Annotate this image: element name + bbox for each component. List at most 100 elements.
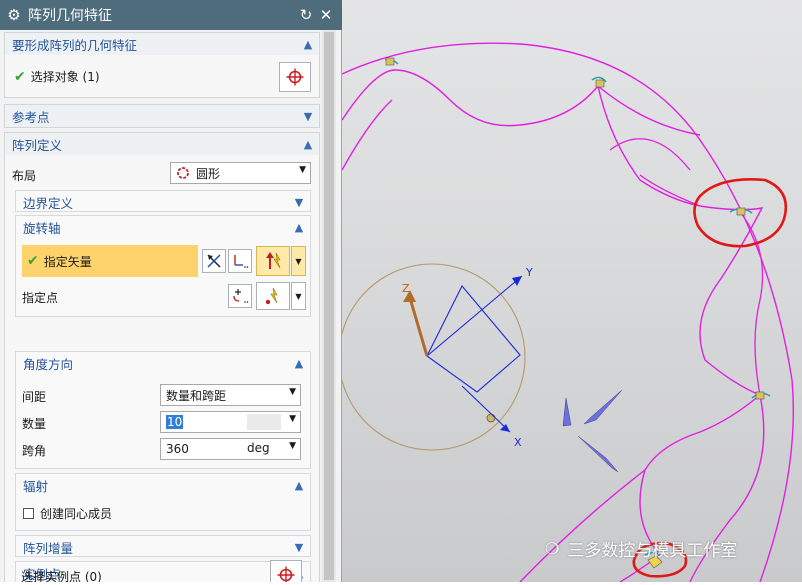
angle-direction-title: 角度方向: [23, 356, 74, 372]
rotation-handle-point[interactable]: [486, 413, 496, 423]
increment-title: 阵列增量: [23, 540, 74, 556]
vector-dialog-button[interactable]: [228, 249, 252, 273]
chevron-up-icon[interactable]: ▲: [288, 221, 310, 234]
select-instance-row[interactable]: 选择实例点 (0): [21, 568, 102, 582]
checkmark-icon: ✔: [14, 68, 26, 85]
dropdown-arrow-icon: ▼: [289, 441, 296, 451]
reverse-direction-button[interactable]: [202, 249, 226, 273]
chevron-up-icon[interactable]: ▲: [288, 479, 310, 492]
count-label: 数量: [22, 417, 47, 431]
angle-direction-subsection: 角度方向 ▲ 间距 数量和跨距 ▼ 数量 10 ▼ 跨角 360 deg ▼: [15, 351, 311, 469]
spacing-value: 数量和跨距: [166, 388, 227, 403]
feature-markers: [384, 58, 771, 557]
layout-dropdown[interactable]: 圆形 ▼: [170, 162, 311, 184]
geometry-section-header[interactable]: 要形成阵列的几何特征 ▲: [5, 33, 319, 55]
reverse-direction-icon: [207, 254, 221, 268]
watermark: ❍ 三多数控与模具工作室: [545, 536, 795, 561]
increment-header[interactable]: 阵列增量 ▼: [16, 536, 310, 558]
span-angle-input[interactable]: 360 deg ▼: [160, 438, 301, 460]
span-angle-value: 360: [166, 442, 189, 456]
chevron-down-icon[interactable]: ▼: [288, 196, 310, 209]
graphics-viewport[interactable]: Y X Z: [338, 0, 802, 583]
array-definition-title: 阵列定义: [12, 137, 63, 153]
axis-x-label: X: [514, 436, 522, 449]
count-input[interactable]: 10 ▼: [160, 411, 301, 433]
array-definition-section: 阵列定义 ▲ 布局 圆形 ▼ 边界定义 ▼ 旋转轴 ▲ ✔ 指定矢量 ▼ 指定点…: [4, 132, 320, 582]
reference-point-title: 参考点: [12, 109, 50, 125]
select-object-button[interactable]: [279, 62, 311, 92]
array-feature-dialog: ⚙ 阵列几何特征 ↻ ✕ 要形成阵列的几何特征 ▲ ✔ 选择对象 (1) 参考点…: [0, 0, 342, 582]
chevron-down-icon[interactable]: ▼: [288, 541, 310, 554]
radiate-title: 辐射: [23, 478, 49, 494]
scrollbar-thumb[interactable]: [324, 32, 334, 580]
wavy-profile-curve: [341, 69, 764, 583]
model-view[interactable]: Y X Z: [338, 0, 802, 583]
span-angle-unit: deg: [247, 441, 270, 455]
infer-vector-icon: [266, 252, 281, 269]
create-concentric-row[interactable]: 创建同心成员: [23, 505, 112, 522]
chevron-up-icon[interactable]: ▲: [297, 138, 319, 151]
select-object-label: 选择对象 (1): [30, 70, 100, 84]
vector-dialog-icon: [234, 255, 249, 268]
feature-nodes: [385, 57, 765, 569]
specify-vector-row[interactable]: ✔ 指定矢量: [22, 245, 198, 277]
watermark-text: 三多数控与模具工作室: [567, 540, 738, 561]
refresh-icon[interactable]: ↻: [296, 6, 316, 24]
outer-circle-curve: [341, 42, 794, 583]
chevron-up-icon[interactable]: ▲: [297, 38, 319, 51]
view-direction-arrows[interactable]: [562, 389, 623, 473]
axis-z-label: Z: [402, 282, 410, 295]
dialog-title: 阵列几何特征: [28, 8, 112, 24]
count-value: 10: [166, 415, 184, 429]
create-concentric-checkbox[interactable]: [23, 508, 34, 519]
crosshair-icon: [286, 68, 304, 86]
infer-point-icon: [265, 287, 278, 305]
link-curve: [609, 138, 764, 396]
reference-point-section: 参考点 ▼: [4, 104, 320, 128]
select-object-row[interactable]: ✔ 选择对象 (1): [14, 68, 100, 85]
boundary-title: 边界定义: [23, 195, 74, 211]
geometry-section-title: 要形成阵列的几何特征: [12, 37, 138, 53]
axis-y-label: Y: [525, 266, 533, 279]
array-definition-header[interactable]: 阵列定义 ▲: [5, 133, 319, 155]
dialog-scrollbar[interactable]: [322, 30, 336, 582]
select-instance-label: 选择实例点 (0): [21, 570, 102, 582]
point-dialog-icon: [233, 289, 249, 303]
gear-icon[interactable]: ⚙: [0, 6, 28, 24]
infer-point-dropdown[interactable]: ▼: [291, 282, 306, 310]
boundary-subsection: 边界定义 ▼: [15, 190, 311, 212]
angle-direction-header[interactable]: 角度方向 ▲: [16, 352, 310, 374]
dropdown-arrow-icon: ▼: [289, 414, 296, 424]
rotation-preview-circle: [338, 263, 526, 451]
wcs-triad: [403, 275, 523, 433]
point-dialog-button[interactable]: [228, 284, 252, 308]
select-instance-button[interactable]: [270, 560, 302, 582]
spacing-label: 间距: [22, 390, 47, 404]
infer-point-button[interactable]: [256, 282, 290, 310]
specify-point-label: 指定点: [22, 291, 59, 305]
reference-point-header[interactable]: 参考点 ▼: [5, 105, 319, 127]
span-angle-label: 跨角: [22, 444, 47, 458]
rotation-axis-title: 旋转轴: [23, 220, 61, 236]
radiate-subsection: 辐射 ▲ 创建同心成员: [15, 473, 311, 531]
close-icon[interactable]: ✕: [316, 6, 336, 24]
dropdown-arrow-icon: ▼: [299, 165, 306, 175]
chevron-up-icon[interactable]: ▲: [288, 357, 310, 370]
boundary-header[interactable]: 边界定义 ▼: [16, 191, 310, 213]
dropdown-arrow-icon: ▼: [289, 387, 296, 397]
checkmark-icon: ✔: [27, 253, 39, 269]
chevron-down-icon[interactable]: ▼: [297, 110, 319, 123]
layout-label: 布局: [12, 169, 37, 183]
rotation-axis-subsection: 旋转轴 ▲ ✔ 指定矢量 ▼ 指定点 ▼: [15, 215, 311, 317]
count-input-shade: [247, 414, 281, 430]
geometry-section: 要形成阵列的几何特征 ▲ ✔ 选择对象 (1): [4, 32, 320, 98]
infer-vector-dropdown[interactable]: ▼: [291, 246, 306, 276]
infer-vector-button[interactable]: [256, 246, 290, 276]
create-concentric-label: 创建同心成员: [40, 507, 113, 521]
radiate-header[interactable]: 辐射 ▲: [16, 474, 310, 496]
chat-bubble-icon: ❍: [545, 538, 560, 558]
rotation-axis-header[interactable]: 旋转轴 ▲: [16, 216, 310, 238]
dialog-content: 要形成阵列的几何特征 ▲ ✔ 选择对象 (1) 参考点 ▼ 阵列定义 ▲ 布局 …: [0, 30, 322, 582]
increment-subsection: 阵列增量 ▼: [15, 535, 311, 557]
spacing-dropdown[interactable]: 数量和跨距 ▼: [160, 384, 301, 406]
